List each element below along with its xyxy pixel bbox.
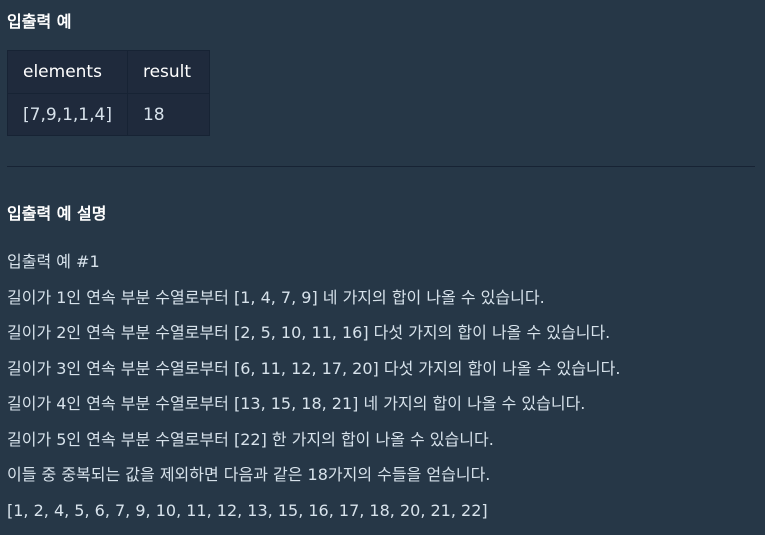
explanation-body: 입출력 예 #1 길이가 1인 연속 부분 수열로부터 [1, 4, 7, 9]… xyxy=(7,244,757,528)
explanation-line: 길이가 2인 연속 부분 수열로부터 [2, 5, 10, 11, 16] 다섯… xyxy=(7,323,611,342)
explanation-line: 이들 중 중복되는 값을 제외하면 다음과 같은 18가지의 수들을 얻습니다. xyxy=(7,465,491,484)
table-row: [7,9,1,1,4] 18 xyxy=(7,93,210,136)
header-result: result xyxy=(126,50,210,94)
cell-result: 18 xyxy=(126,93,210,136)
cell-elements: [7,9,1,1,4] xyxy=(7,93,128,136)
explanation-line: [1, 2, 4, 5, 6, 7, 9, 10, 11, 12, 13, 15… xyxy=(7,500,488,520)
section-divider xyxy=(7,166,755,167)
explanation-line: 길이가 5인 연속 부분 수열로부터 [22] 한 가지의 합이 나올 수 있습… xyxy=(7,429,494,449)
explanation-line: 길이가 1인 연속 부분 수열로부터 [1, 4, 7, 9] 네 가지의 합이… xyxy=(7,287,545,307)
table-header-row: elements result xyxy=(7,50,210,94)
explanation-heading: 입출력 예 설명 xyxy=(7,204,107,223)
explanation-line: 입출력 예 #1 xyxy=(7,252,100,271)
explanation-line: 길이가 3인 연속 부분 수열로부터 [6, 11, 12, 17, 20] 다… xyxy=(7,358,621,378)
header-elements: elements xyxy=(7,50,128,94)
examples-heading: 입출력 예 xyxy=(7,12,72,31)
examples-table: elements result [7,9,1,1,4] 18 xyxy=(7,50,210,136)
explanation-line: 길이가 4인 연속 부분 수열로부터 [13, 15, 18, 21] 네 가지… xyxy=(7,394,586,413)
